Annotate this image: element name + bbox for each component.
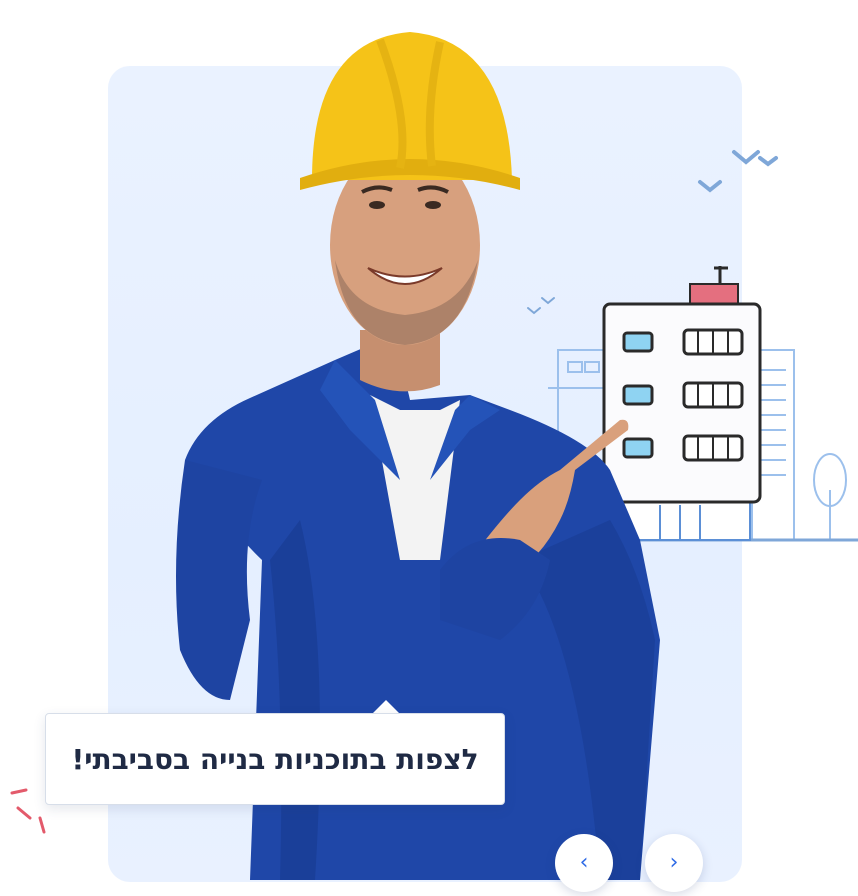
speech-bubble-tail — [372, 700, 400, 714]
speech-bubble: לצפות בתוכניות בנייה בסביבתי! — [45, 713, 505, 805]
carousel-next-button[interactable]: › — [645, 834, 703, 892]
chevron-right-icon: › — [669, 850, 679, 875]
carousel-prev-button[interactable]: ‹ — [555, 834, 613, 892]
promo-caption: לצפות בתוכניות בנייה בסביבתי! — [71, 742, 479, 776]
chevron-left-icon: ‹ — [579, 850, 589, 875]
promo-banner: לצפות בתוכניות בנייה בסביבתי! ‹ › — [0, 0, 858, 896]
